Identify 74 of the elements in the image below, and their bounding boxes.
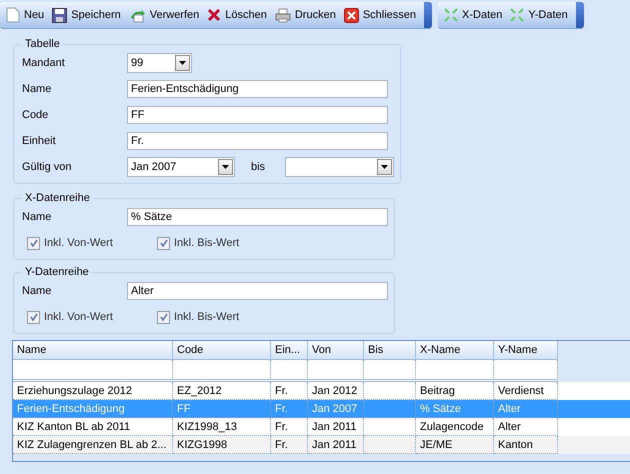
filter-cell[interactable] (308, 360, 364, 382)
toolbar-button[interactable]: Neu (2, 3, 48, 27)
toolbar-button[interactable]: Drucken (270, 3, 340, 27)
text-field[interactable]: Fr. (127, 132, 388, 150)
table-cell: Fr. (271, 436, 308, 454)
combo-box[interactable]: Jan 2007 (127, 157, 235, 177)
toolbar-button[interactable]: X-Daten (440, 3, 506, 27)
checkmark-icon (160, 239, 168, 247)
checkbox[interactable]: Inkl. Bis-Wert (157, 310, 287, 324)
checkmark-icon (30, 239, 38, 247)
filter-cell[interactable] (13, 360, 173, 382)
group-title: Tabelle (24, 38, 61, 50)
caret-icon (381, 165, 388, 169)
table-cell: KIZG1998 (173, 436, 271, 454)
field-label: Name (22, 83, 52, 95)
table-cell: KIZ Zulagengrenzen BL ab 2... (13, 436, 173, 454)
column-header[interactable]: Code (173, 341, 271, 360)
column-header[interactable]: Ein... (271, 341, 308, 360)
text-field[interactable]: % Sätze (127, 208, 388, 226)
toolbar-button[interactable]: Löschen (203, 3, 271, 27)
dropdown-button[interactable] (377, 159, 392, 175)
field-label: Mandant (22, 57, 66, 69)
dropdown-button[interactable] (175, 55, 190, 71)
checkmark-icon (160, 313, 168, 321)
save-icon (52, 8, 68, 22)
caret-icon (222, 165, 229, 169)
field-label: bis (251, 161, 266, 173)
table-row[interactable]: Erziehungszulage 2012 EZ_2012 Fr. Jan 2012 Beitrag Verdienst (13, 382, 630, 400)
filter-cell[interactable] (416, 360, 494, 382)
table-row[interactable]: KIZ Zulagengrenzen BL ab 2... KIZG1998 Fr. Jan 2011 JE/ME Kanton (13, 436, 630, 454)
table-cell: Kanton (494, 436, 558, 454)
checkmark-icon (30, 313, 38, 321)
toolbar-overflow-button[interactable] (424, 2, 432, 28)
field-label: Gültig von (22, 161, 73, 173)
toolbar-overflow-button[interactable] (576, 2, 584, 28)
filter-cell[interactable] (364, 360, 416, 382)
table-cell: JE/ME (416, 436, 494, 454)
expand-icon (510, 8, 524, 22)
column-header[interactable]: Von (308, 341, 364, 360)
field-label: Einheit (22, 135, 57, 147)
group-title: Y-Datenreihe (24, 266, 90, 278)
text-field[interactable]: Ferien-Entschädigung (127, 80, 388, 98)
column-header[interactable]: Y-Name (494, 341, 558, 360)
checkbox[interactable]: Inkl. Von-Wert (27, 236, 157, 250)
checkbox[interactable]: Inkl. Bis-Wert (157, 236, 287, 250)
filter-cell[interactable] (271, 360, 308, 382)
expand-icon (444, 8, 458, 22)
group-title: X-Datenreihe (24, 192, 91, 204)
table-row[interactable]: KIZ Kanton BL ab 2011 KIZ1998_13 Fr. Jan 2011 Zulagencode Alter (13, 418, 630, 436)
toolbar-button[interactable]: Y-Daten (506, 3, 572, 27)
column-header[interactable]: Bis (364, 341, 416, 360)
text-field[interactable]: Alter (127, 282, 388, 300)
column-header[interactable]: Name (13, 341, 173, 360)
close-icon (344, 8, 359, 22)
dropdown-button[interactable] (218, 159, 233, 175)
combo-box[interactable]: 99 (127, 53, 192, 73)
table-cell (364, 436, 416, 454)
delete-icon (207, 8, 222, 22)
checkbox[interactable]: Inkl. Von-Wert (27, 310, 157, 324)
field-label: Name (22, 211, 52, 223)
caret-icon (179, 61, 186, 65)
filter-cell[interactable] (173, 360, 271, 382)
field-label: Name (22, 285, 52, 297)
toolbar-button[interactable]: Schliessen (340, 3, 420, 27)
filter-cell[interactable] (494, 360, 558, 382)
table-cell: Jan 2011 (308, 436, 364, 454)
printer-icon (274, 8, 291, 22)
refresh-icon (128, 8, 146, 22)
toolbar-button[interactable]: Speichern (48, 3, 125, 27)
text-field[interactable]: FF (127, 106, 388, 124)
page-icon (6, 7, 20, 23)
toolbar-button[interactable]: Verwerfen (124, 3, 204, 27)
field-label: Code (22, 109, 50, 121)
column-header[interactable]: X-Name (416, 341, 494, 360)
